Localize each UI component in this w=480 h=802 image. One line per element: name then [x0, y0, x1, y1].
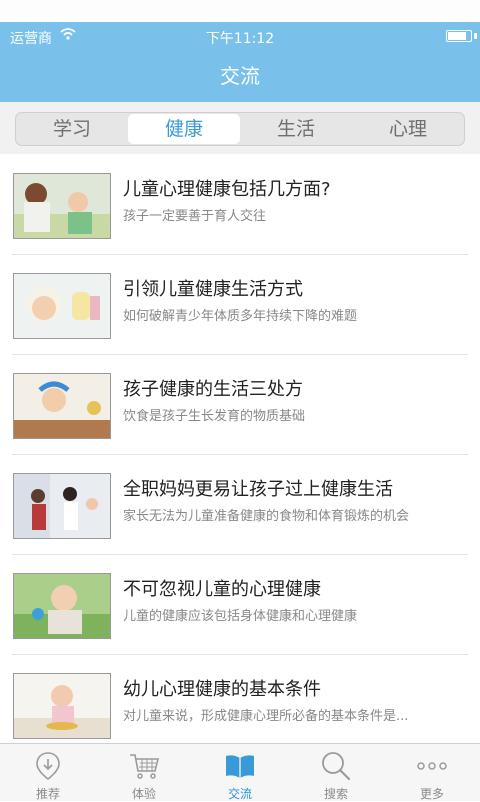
article-title: 儿童心理健康包括几方面? [123, 179, 331, 200]
top-strip [0, 0, 480, 22]
tab-recommend[interactable]: 推荐 [0, 744, 96, 801]
article-title: 孩子健康的生活三处方 [123, 379, 303, 400]
page-title: 交流 [220, 64, 260, 88]
article-thumbnail [13, 273, 111, 339]
tab-exchange[interactable]: 交流 [192, 744, 288, 801]
cart-icon [130, 754, 160, 779]
article-title: 幼儿心理健康的基本条件 [123, 679, 321, 700]
more-dots-icon [417, 762, 447, 770]
segment-health[interactable]: 健康 [128, 114, 240, 144]
segment-bar: 学习 健康 生活 心理 [0, 102, 480, 154]
article-subtitle: 家长无法为儿童准备健康的食物和体育锻炼的机会 [123, 509, 410, 524]
article-thumbnail [13, 373, 111, 439]
list-item[interactable]: 幼儿心理健康的基本条件 对儿童来说，形成健康心理所必备的基本条件是... [0, 655, 480, 743]
article-thumbnail [13, 473, 111, 539]
list-item[interactable]: 全职妈妈更易让孩子过上健康生活 家长无法为儿童准备健康的食物和体育锻炼的机会 [0, 455, 480, 555]
article-list: 儿童心理健康包括几方面? 孩子一定要善于育人交往 引领儿童健康生活方式 如何破解… [0, 155, 480, 743]
segment-psychology[interactable]: 心理 [352, 113, 464, 145]
article-subtitle: 饮食是孩子生长发育的物质基础 [123, 409, 306, 424]
tab-more[interactable]: 更多 [384, 744, 480, 801]
search-icon [322, 752, 351, 781]
article-thumbnail [13, 673, 111, 739]
book-icon [226, 755, 254, 778]
article-subtitle: 如何破解青少年体质多年持续下降的难题 [123, 309, 358, 324]
location-pin-icon [36, 752, 60, 780]
tab-label: 推荐 [35, 787, 60, 801]
battery-icon [446, 30, 477, 42]
tab-label: 更多 [419, 787, 444, 801]
article-title: 引领儿童健康生活方式 [123, 279, 303, 300]
tab-search[interactable]: 搜索 [288, 744, 384, 801]
status-bar: 运营商 下午11:12 [0, 22, 480, 52]
bottom-tab-bar: 推荐 体验 交流 搜索 更多 [0, 743, 480, 801]
category-segmented-control: 学习 健康 生活 心理 [15, 112, 465, 146]
list-item[interactable]: 儿童心理健康包括几方面? 孩子一定要善于育人交往 [0, 155, 480, 255]
tab-label: 交流 [227, 787, 252, 801]
tab-experience[interactable]: 体验 [96, 744, 192, 801]
list-item[interactable]: 引领儿童健康生活方式 如何破解青少年体质多年持续下降的难题 [0, 255, 480, 355]
article-subtitle: 孩子一定要善于育人交往 [123, 209, 267, 224]
article-subtitle: 儿童的健康应该包括身体健康和心理健康 [123, 609, 358, 624]
article-title: 全职妈妈更易让孩子过上健康生活 [123, 479, 393, 500]
tab-label: 搜索 [323, 787, 348, 801]
article-thumbnail [13, 573, 111, 639]
article-title: 不可忽视儿童的心理健康 [123, 579, 321, 600]
tab-label: 体验 [131, 787, 156, 801]
battery-fill [448, 32, 466, 40]
segment-life[interactable]: 生活 [240, 113, 352, 145]
list-item[interactable]: 不可忽视儿童的心理健康 儿童的健康应该包括身体健康和心理健康 [0, 555, 480, 655]
list-item[interactable]: 孩子健康的生活三处方 饮食是孩子生长发育的物质基础 [0, 355, 480, 455]
navigation-header: 运营商 下午11:12 交流 [0, 22, 480, 102]
status-time: 下午11:12 [205, 31, 275, 47]
article-thumbnail [13, 173, 111, 239]
article-subtitle: 对儿童来说，形成健康心理所必备的基本条件是... [123, 709, 409, 724]
segment-study[interactable]: 学习 [16, 113, 128, 145]
